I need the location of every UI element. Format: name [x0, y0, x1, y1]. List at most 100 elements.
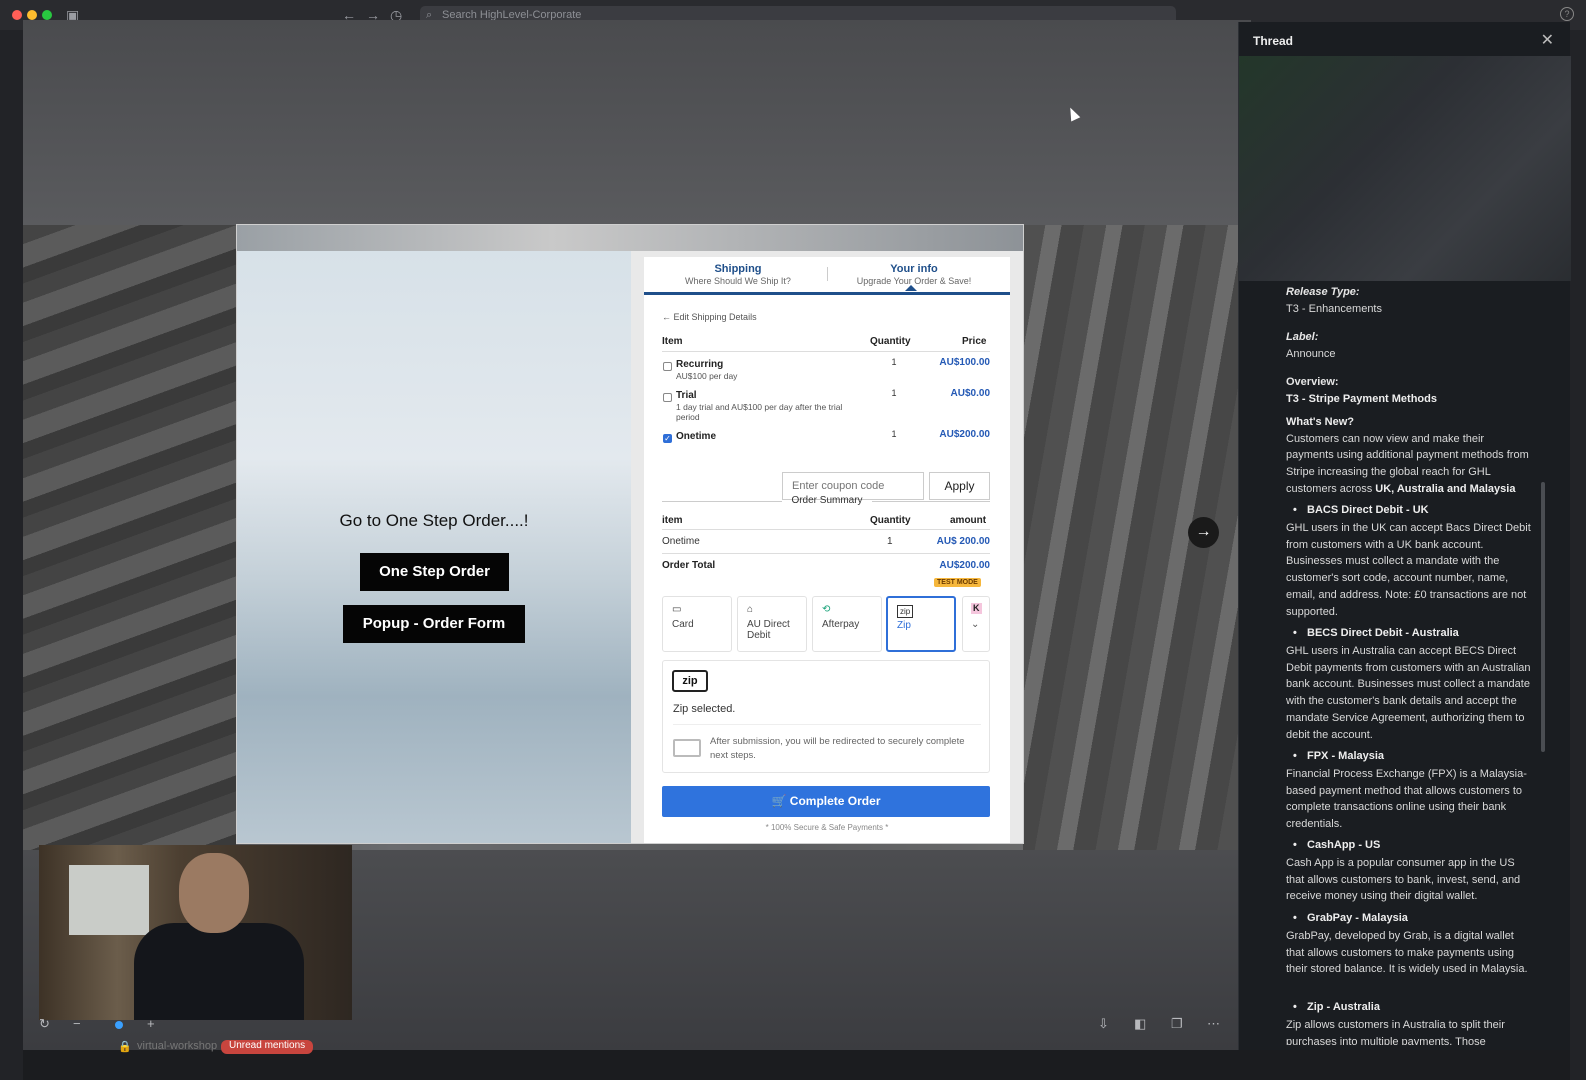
summary-amount: AU$ 200.00: [936, 536, 990, 547]
blurred-header-area: [23, 20, 1251, 225]
complete-order-label: Complete Order: [789, 794, 881, 808]
summary-header-item: item: [662, 515, 683, 526]
overview-block: Overview: T3 - Stripe Payment Methods: [1286, 374, 1532, 407]
tab-divider: [827, 267, 828, 281]
bullet-title: Zip - Australia: [1293, 1001, 1533, 1013]
secure-payments-note: * 100% Secure & Safe Payments *: [765, 823, 889, 832]
close-icon[interactable]: ✕: [1541, 30, 1554, 50]
redirect-text: After submission, you will be redirected…: [710, 736, 965, 761]
onetime-checkbox[interactable]: ✓: [663, 434, 672, 443]
zip-info-panel: zip Zip selected. After submission, you …: [662, 660, 990, 773]
refresh-icon[interactable]: ↻: [39, 1016, 50, 1032]
popup-order-form-button[interactable]: Popup - Order Form: [343, 605, 525, 643]
order-form-modal: Go to One Step Order....! One Step Order…: [236, 224, 1024, 844]
tab-your-info[interactable]: Your info Upgrade Your Order & Save!: [829, 263, 999, 286]
release-type-value: T3 - Enhancements: [1286, 302, 1382, 315]
col-header-price: Price: [962, 336, 987, 347]
bullet-title: FPX - Malaysia: [1293, 750, 1533, 762]
trial-checkbox[interactable]: [663, 393, 672, 402]
tab-your-info-title: Your info: [890, 263, 938, 275]
summary-header-amount: amount: [950, 515, 987, 526]
help-icon[interactable]: ?: [1560, 7, 1574, 21]
thread-scrollbar[interactable]: [1541, 482, 1545, 752]
summary-qty: 1: [887, 536, 893, 547]
order-total-label: Order Total: [662, 560, 716, 571]
tab-shipping-title: Shipping: [714, 263, 762, 275]
blurred-message-area: [1239, 56, 1571, 281]
complete-order-button[interactable]: 🛒 Complete Order: [662, 786, 990, 817]
whats-new-label: What's New?: [1286, 416, 1355, 428]
split-view-icon[interactable]: ◧: [1134, 1016, 1146, 1032]
summary-item: Onetime: [662, 536, 700, 547]
payment-method-label: Card: [672, 619, 694, 630]
payment-method-more[interactable]: K ⌄: [962, 596, 990, 652]
bullet-title: BECS Direct Debit - Australia: [1293, 627, 1533, 639]
recurring-checkbox[interactable]: [663, 362, 672, 371]
bullet-text: Financial Process Exchange (FPX) is a Ma…: [1286, 768, 1527, 831]
webcam-window: [69, 865, 149, 935]
chevron-down-icon: ⌄: [971, 619, 980, 630]
back-arrow-icon: ←: [662, 312, 674, 322]
overview-value: T3 - Stripe Payment Methods: [1286, 392, 1437, 405]
zoom-window-button[interactable]: [42, 10, 52, 20]
zoom-slider-handle[interactable]: [115, 1021, 123, 1029]
copy-icon[interactable]: ❐: [1171, 1016, 1183, 1032]
edit-shipping-label: Edit Shipping Details: [673, 312, 757, 322]
label-value: Announce: [1286, 347, 1336, 360]
bullet-title: BACS Direct Debit - UK: [1293, 504, 1533, 516]
zip-divider: [673, 724, 981, 725]
item-name: Recurring: [676, 359, 724, 370]
table-divider: [662, 351, 990, 352]
zip-logo: zip: [672, 670, 708, 692]
item-name: Trial: [676, 390, 697, 401]
payment-method-label: Zip: [897, 620, 911, 631]
next-slide-arrow-icon[interactable]: →: [1188, 517, 1219, 548]
download-icon[interactable]: ⇩: [1098, 1016, 1109, 1032]
tab-shipping[interactable]: Shipping Where Should We Ship It?: [653, 263, 823, 286]
plus-icon[interactable]: +: [147, 1016, 155, 1031]
whats-new-block: What's New? Customers can now view and m…: [1286, 414, 1532, 498]
bullet-title: CashApp - US: [1293, 839, 1533, 851]
edit-shipping-link[interactable]: ← Edit Shipping Details: [662, 312, 757, 322]
cart-icon: 🛒: [771, 794, 790, 808]
order-summary-title: Order Summary: [791, 495, 863, 506]
summary-divider: [662, 553, 990, 554]
bullet-text: GrabPay, developed by Grab, is a digital…: [1286, 930, 1528, 976]
unread-mentions-badge[interactable]: Unread mentions: [221, 1040, 314, 1054]
one-step-order-button[interactable]: One Step Order: [360, 553, 509, 591]
close-window-button[interactable]: [12, 10, 22, 20]
right-edge-rail: [1570, 30, 1586, 1080]
klarna-icon: K: [971, 603, 982, 614]
payment-method-card[interactable]: ▭ Card: [662, 596, 732, 652]
left-workspace-rail: [0, 30, 23, 1080]
item-desc: AU$100 per day: [676, 371, 738, 381]
minimize-window-button[interactable]: [27, 10, 37, 20]
checkout-form: Shipping Where Should We Ship It? Your i…: [644, 257, 1010, 843]
item-price: AU$100.00: [939, 357, 990, 368]
summary-divider: [662, 529, 990, 530]
player-controls: ↻ − + ⇩ ◧ ❐ ⋯: [23, 1012, 1251, 1036]
col-header-item: Item: [662, 336, 683, 347]
item-price: AU$0.00: [950, 388, 990, 399]
payment-method-zip[interactable]: zip Zip: [886, 596, 956, 652]
payment-method-au-direct-debit[interactable]: ⌂ AU Direct Debit: [737, 596, 807, 652]
item-qty: 1: [891, 429, 897, 439]
summary-header-quantity: Quantity: [870, 515, 911, 526]
goto-heading: Go to One Step Order....!: [339, 511, 529, 530]
background-photo-left: [23, 225, 236, 850]
payment-method-afterpay[interactable]: ⟲ Afterpay: [812, 596, 882, 652]
minus-icon[interactable]: −: [73, 1016, 81, 1031]
channel-name[interactable]: virtual-workshop: [137, 1040, 217, 1052]
zip-selected-text: Zip selected.: [673, 703, 736, 715]
modal-top-strip: [237, 225, 1023, 251]
bullet-text: Zip allows customers in Australia to spl…: [1286, 1019, 1505, 1045]
bullet-text: Cash App is a popular consumer app in th…: [1286, 857, 1521, 903]
payment-method-label: AU Direct Debit: [747, 619, 790, 641]
release-type-block: Release Type: T3 - Enhancements: [1286, 284, 1532, 317]
more-options-icon[interactable]: ⋯: [1207, 1016, 1220, 1032]
bullet-text: GHL users in Australia can accept BECS D…: [1286, 645, 1531, 741]
overview-label: Overview:: [1286, 376, 1339, 388]
item-price: AU$200.00: [939, 429, 990, 440]
active-tab-caret: [905, 285, 917, 291]
bank-icon: ⌂: [747, 604, 754, 615]
